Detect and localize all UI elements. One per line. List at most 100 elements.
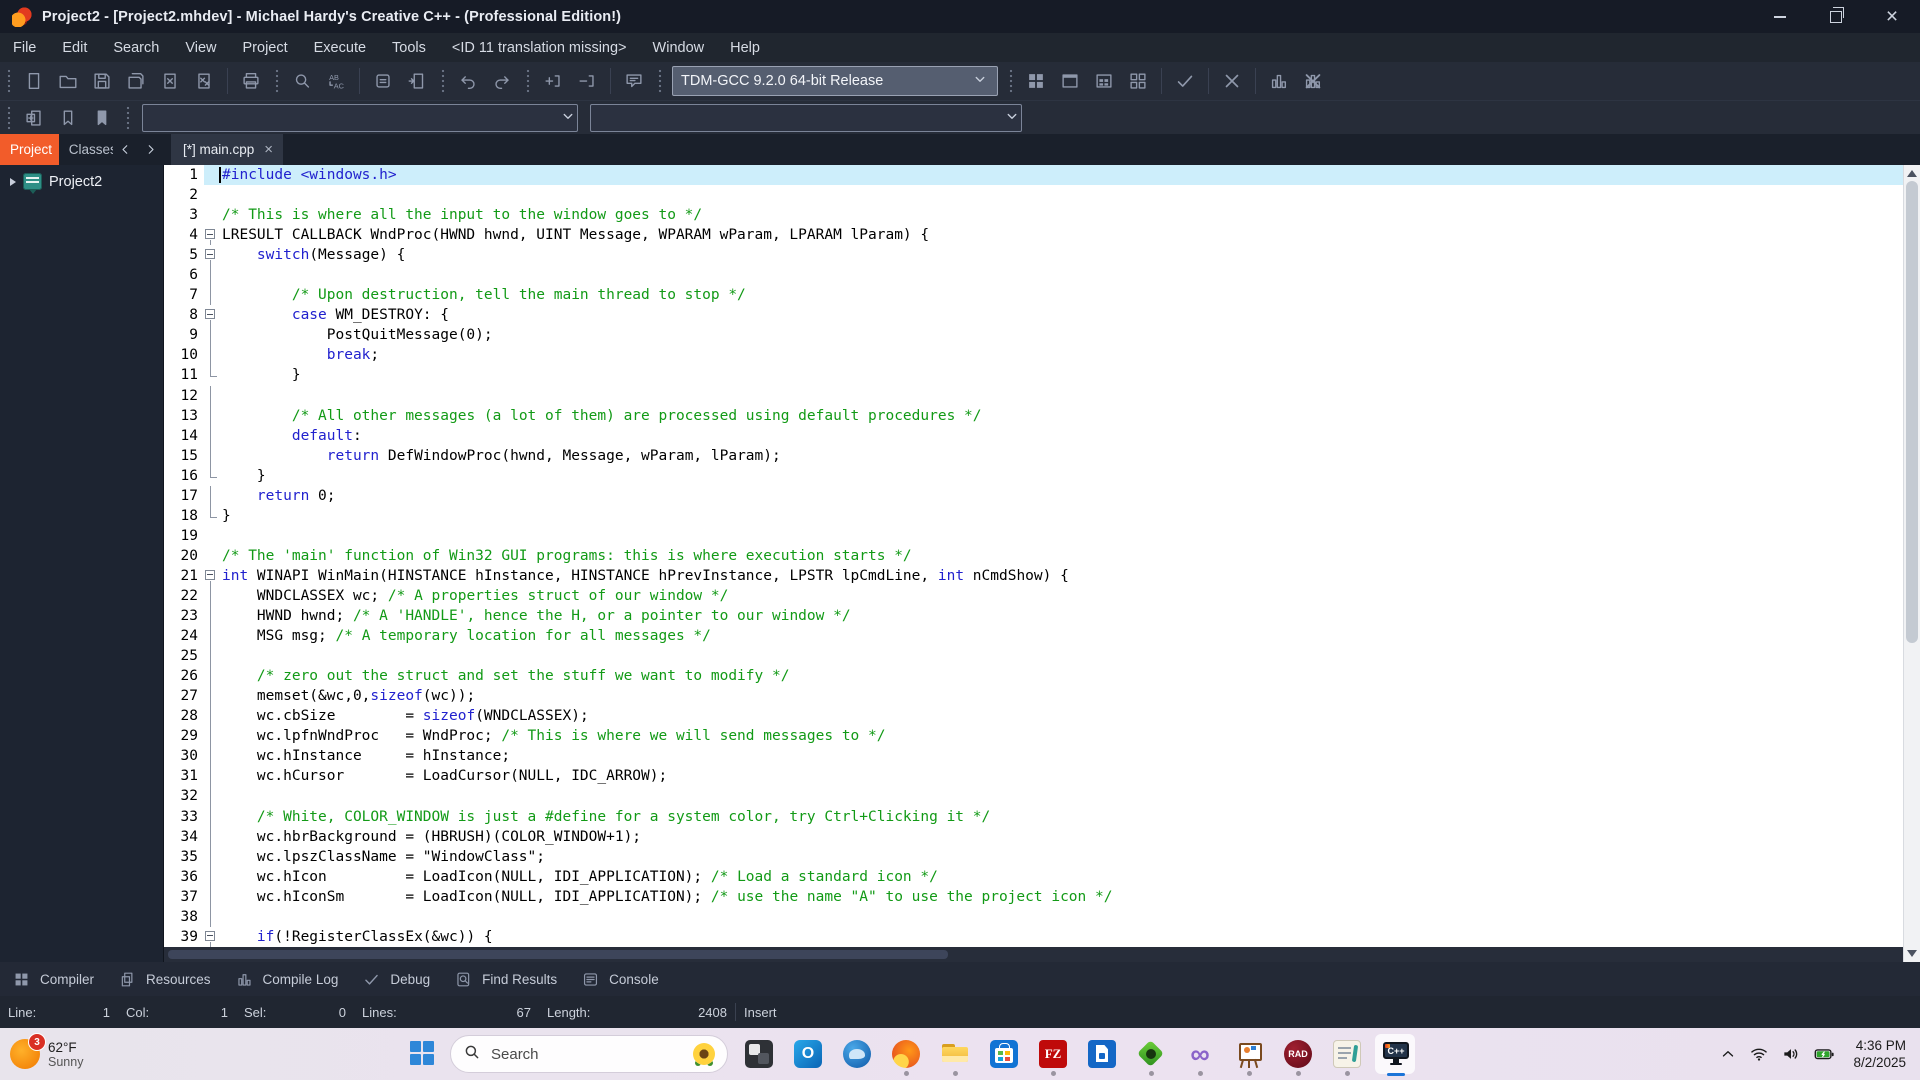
new-file-button[interactable] xyxy=(17,66,51,96)
compiler-select[interactable]: TDM-GCC 9.2.0 64-bit Release xyxy=(672,66,998,96)
code-line-22[interactable]: 22 WNDCLASSEX wc; /* A properties struct… xyxy=(164,585,1904,607)
menu-item-view[interactable]: View xyxy=(172,33,229,62)
fold-toggle-icon[interactable] xyxy=(204,927,218,947)
save-all-button[interactable] xyxy=(119,66,153,96)
code-line-26[interactable]: 26 /* zero out the struct and set the st… xyxy=(164,666,1904,687)
scroll-down-icon[interactable] xyxy=(1907,950,1917,957)
menu-item-help[interactable]: Help xyxy=(717,33,773,62)
open-folder-button[interactable] xyxy=(51,66,85,96)
toolbar-grip[interactable] xyxy=(125,106,130,130)
code-line-13[interactable]: 13 /* All other messages (a lot of them)… xyxy=(164,405,1904,426)
taskbar-app-visual-studio[interactable]: ∞ xyxy=(1185,1032,1215,1076)
replace-button[interactable]: AB AC xyxy=(319,66,353,96)
code-line-28[interactable]: 28 wc.cbSize = sizeof(WNDCLASSEX); xyxy=(164,706,1904,727)
fold-toggle-icon[interactable] xyxy=(204,305,218,326)
sidebar-tab-project[interactable]: Project xyxy=(0,134,59,165)
code-line-37[interactable]: 37 wc.hIconSm = LoadIcon(NULL, IDI_APPLI… xyxy=(164,886,1904,907)
menu-item-search[interactable]: Search xyxy=(100,33,172,62)
code-line-25[interactable]: 25 xyxy=(164,646,1904,667)
taskbar-app-ms-store[interactable] xyxy=(989,1032,1019,1076)
horizontal-scrollbar-thumb[interactable] xyxy=(168,950,948,959)
fold-toggle-icon[interactable] xyxy=(204,566,218,587)
taskbar-app-rad-studio[interactable]: RAD xyxy=(1283,1032,1313,1076)
code-line-27[interactable]: 27 memset(&wc,0,sizeof(wc)); xyxy=(164,686,1904,707)
code-line-14[interactable]: 14 default: xyxy=(164,425,1904,446)
code-line-16[interactable]: 16 } xyxy=(164,465,1904,486)
arrange-windows-button[interactable] xyxy=(1121,66,1155,96)
code-line-24[interactable]: 24 MSG msg; /* A temporary location for … xyxy=(164,626,1904,647)
battery-icon[interactable] xyxy=(1813,1043,1835,1065)
toolbar-grip[interactable] xyxy=(274,69,279,93)
tabs-scroll-left[interactable] xyxy=(113,134,138,165)
add-unit-button[interactable] xyxy=(17,103,51,133)
toolbar-grip[interactable] xyxy=(525,69,530,93)
code-line-9[interactable]: 9 PostQuitMessage(0); xyxy=(164,325,1904,346)
tab-main-cpp[interactable]: [*] main.cpp × xyxy=(171,134,284,165)
toolbar-grip[interactable] xyxy=(1008,69,1013,93)
taskbar-search[interactable]: Search xyxy=(450,1035,728,1073)
code-line-30[interactable]: 30 wc.hInstance = hInstance; xyxy=(164,746,1904,767)
code-line-35[interactable]: 35 wc.lpszClassName = "WindowClass"; xyxy=(164,846,1904,867)
maximize-window-button[interactable] xyxy=(1053,66,1087,96)
code-line-23[interactable]: 23 HWND hwnd; /* A 'HANDLE', hence the H… xyxy=(164,606,1904,627)
taskbar-app-outlook[interactable]: O xyxy=(793,1032,823,1076)
cascade-windows-button[interactable] xyxy=(1087,66,1121,96)
fold-toggle-icon[interactable] xyxy=(204,225,218,246)
code-line-8[interactable]: 8 case WM_DESTROY: { xyxy=(164,305,1904,326)
close-button[interactable]: × xyxy=(1864,0,1920,33)
toolbar-grip[interactable] xyxy=(440,69,445,93)
taskbar-app-thunderbird[interactable] xyxy=(842,1032,872,1076)
taskbar-app-theme-tile[interactable] xyxy=(744,1032,774,1076)
toolbar-grip[interactable] xyxy=(6,106,11,130)
panel-tab-console[interactable]: Console xyxy=(569,962,671,996)
code-line-20[interactable]: 20 /* The 'main' function of Win32 GUI pr… xyxy=(164,546,1904,566)
code-editor[interactable]: 1 #include <windows.h> 2 3/* This is where … xyxy=(164,165,1904,947)
minimize-button[interactable] xyxy=(1752,0,1808,33)
indent-button[interactable] xyxy=(536,66,570,96)
tile-windows-button[interactable] xyxy=(1019,66,1053,96)
code-line-10[interactable]: 10 break; xyxy=(164,345,1904,366)
abort-compile-button[interactable] xyxy=(1215,66,1249,96)
code-line-39[interactable]: 39 if(!RegisterClassEx(&wc)) { xyxy=(164,927,1904,947)
redo-button[interactable] xyxy=(485,66,519,96)
tabs-scroll-right[interactable] xyxy=(138,134,163,165)
code-line-21[interactable]: 21 int WINAPI WinMain(HINSTANCE hInstance… xyxy=(164,566,1904,587)
panel-tab-debug[interactable]: Debug xyxy=(350,962,442,996)
taskbar-app-file-explorer[interactable] xyxy=(940,1032,970,1076)
code-line-7[interactable]: 7 /* Upon destruction, tell the main thr… xyxy=(164,285,1904,306)
comment-button[interactable] xyxy=(617,66,651,96)
vertical-scrollbar[interactable] xyxy=(1903,165,1920,962)
menu-item-window[interactable]: Window xyxy=(640,33,718,62)
profile-delete-button[interactable] xyxy=(1296,66,1330,96)
code-line-2[interactable]: 2 xyxy=(164,185,1904,205)
menu-item-file[interactable]: File xyxy=(0,33,49,62)
horizontal-scrollbar[interactable] xyxy=(164,947,1904,962)
bookmark-filled-button[interactable] xyxy=(85,103,119,133)
profile-button[interactable] xyxy=(1262,66,1296,96)
start-button[interactable] xyxy=(410,1041,436,1067)
code-line-36[interactable]: 36 wc.hIcon = LoadIcon(NULL, IDI_APPLICA… xyxy=(164,866,1904,887)
bookmark-button[interactable] xyxy=(51,103,85,133)
panel-tab-find-results[interactable]: Find Results xyxy=(442,962,569,996)
menu-item-execute[interactable]: Execute xyxy=(301,33,379,62)
panel-tab-resources[interactable]: Resources xyxy=(106,962,223,996)
save-button[interactable] xyxy=(85,66,119,96)
close-file-button[interactable] xyxy=(153,66,187,96)
print-button[interactable] xyxy=(234,66,268,96)
taskbar-app-creative-cpp[interactable]: C++ xyxy=(1375,1032,1415,1076)
find-button[interactable] xyxy=(285,66,319,96)
menu-item-project[interactable]: Project xyxy=(230,33,301,62)
goto-class-combo[interactable] xyxy=(590,104,1022,132)
toolbar-grip[interactable] xyxy=(6,69,11,93)
goto-line-button[interactable] xyxy=(366,66,400,96)
panel-tab-compile-log[interactable]: Compile Log xyxy=(223,962,351,996)
insert-snippet-button[interactable] xyxy=(400,66,434,96)
code-line-3[interactable]: 3 /* This is where all the input to the w… xyxy=(164,205,1904,225)
tree-item-project2[interactable]: Project2 xyxy=(0,165,163,196)
taskbar-app-blue-package[interactable] xyxy=(1087,1032,1117,1076)
taskbar-clock[interactable]: 4:36 PM 8/2/2025 xyxy=(1853,1037,1906,1071)
code-line-17[interactable]: 17 return 0; xyxy=(164,485,1904,506)
menu-item-edit[interactable]: Edit xyxy=(49,33,100,62)
code-line-31[interactable]: 31 wc.hCursor = LoadCursor(NULL, IDC_ARR… xyxy=(164,766,1904,787)
menu-item-tools[interactable]: Tools xyxy=(379,33,439,62)
